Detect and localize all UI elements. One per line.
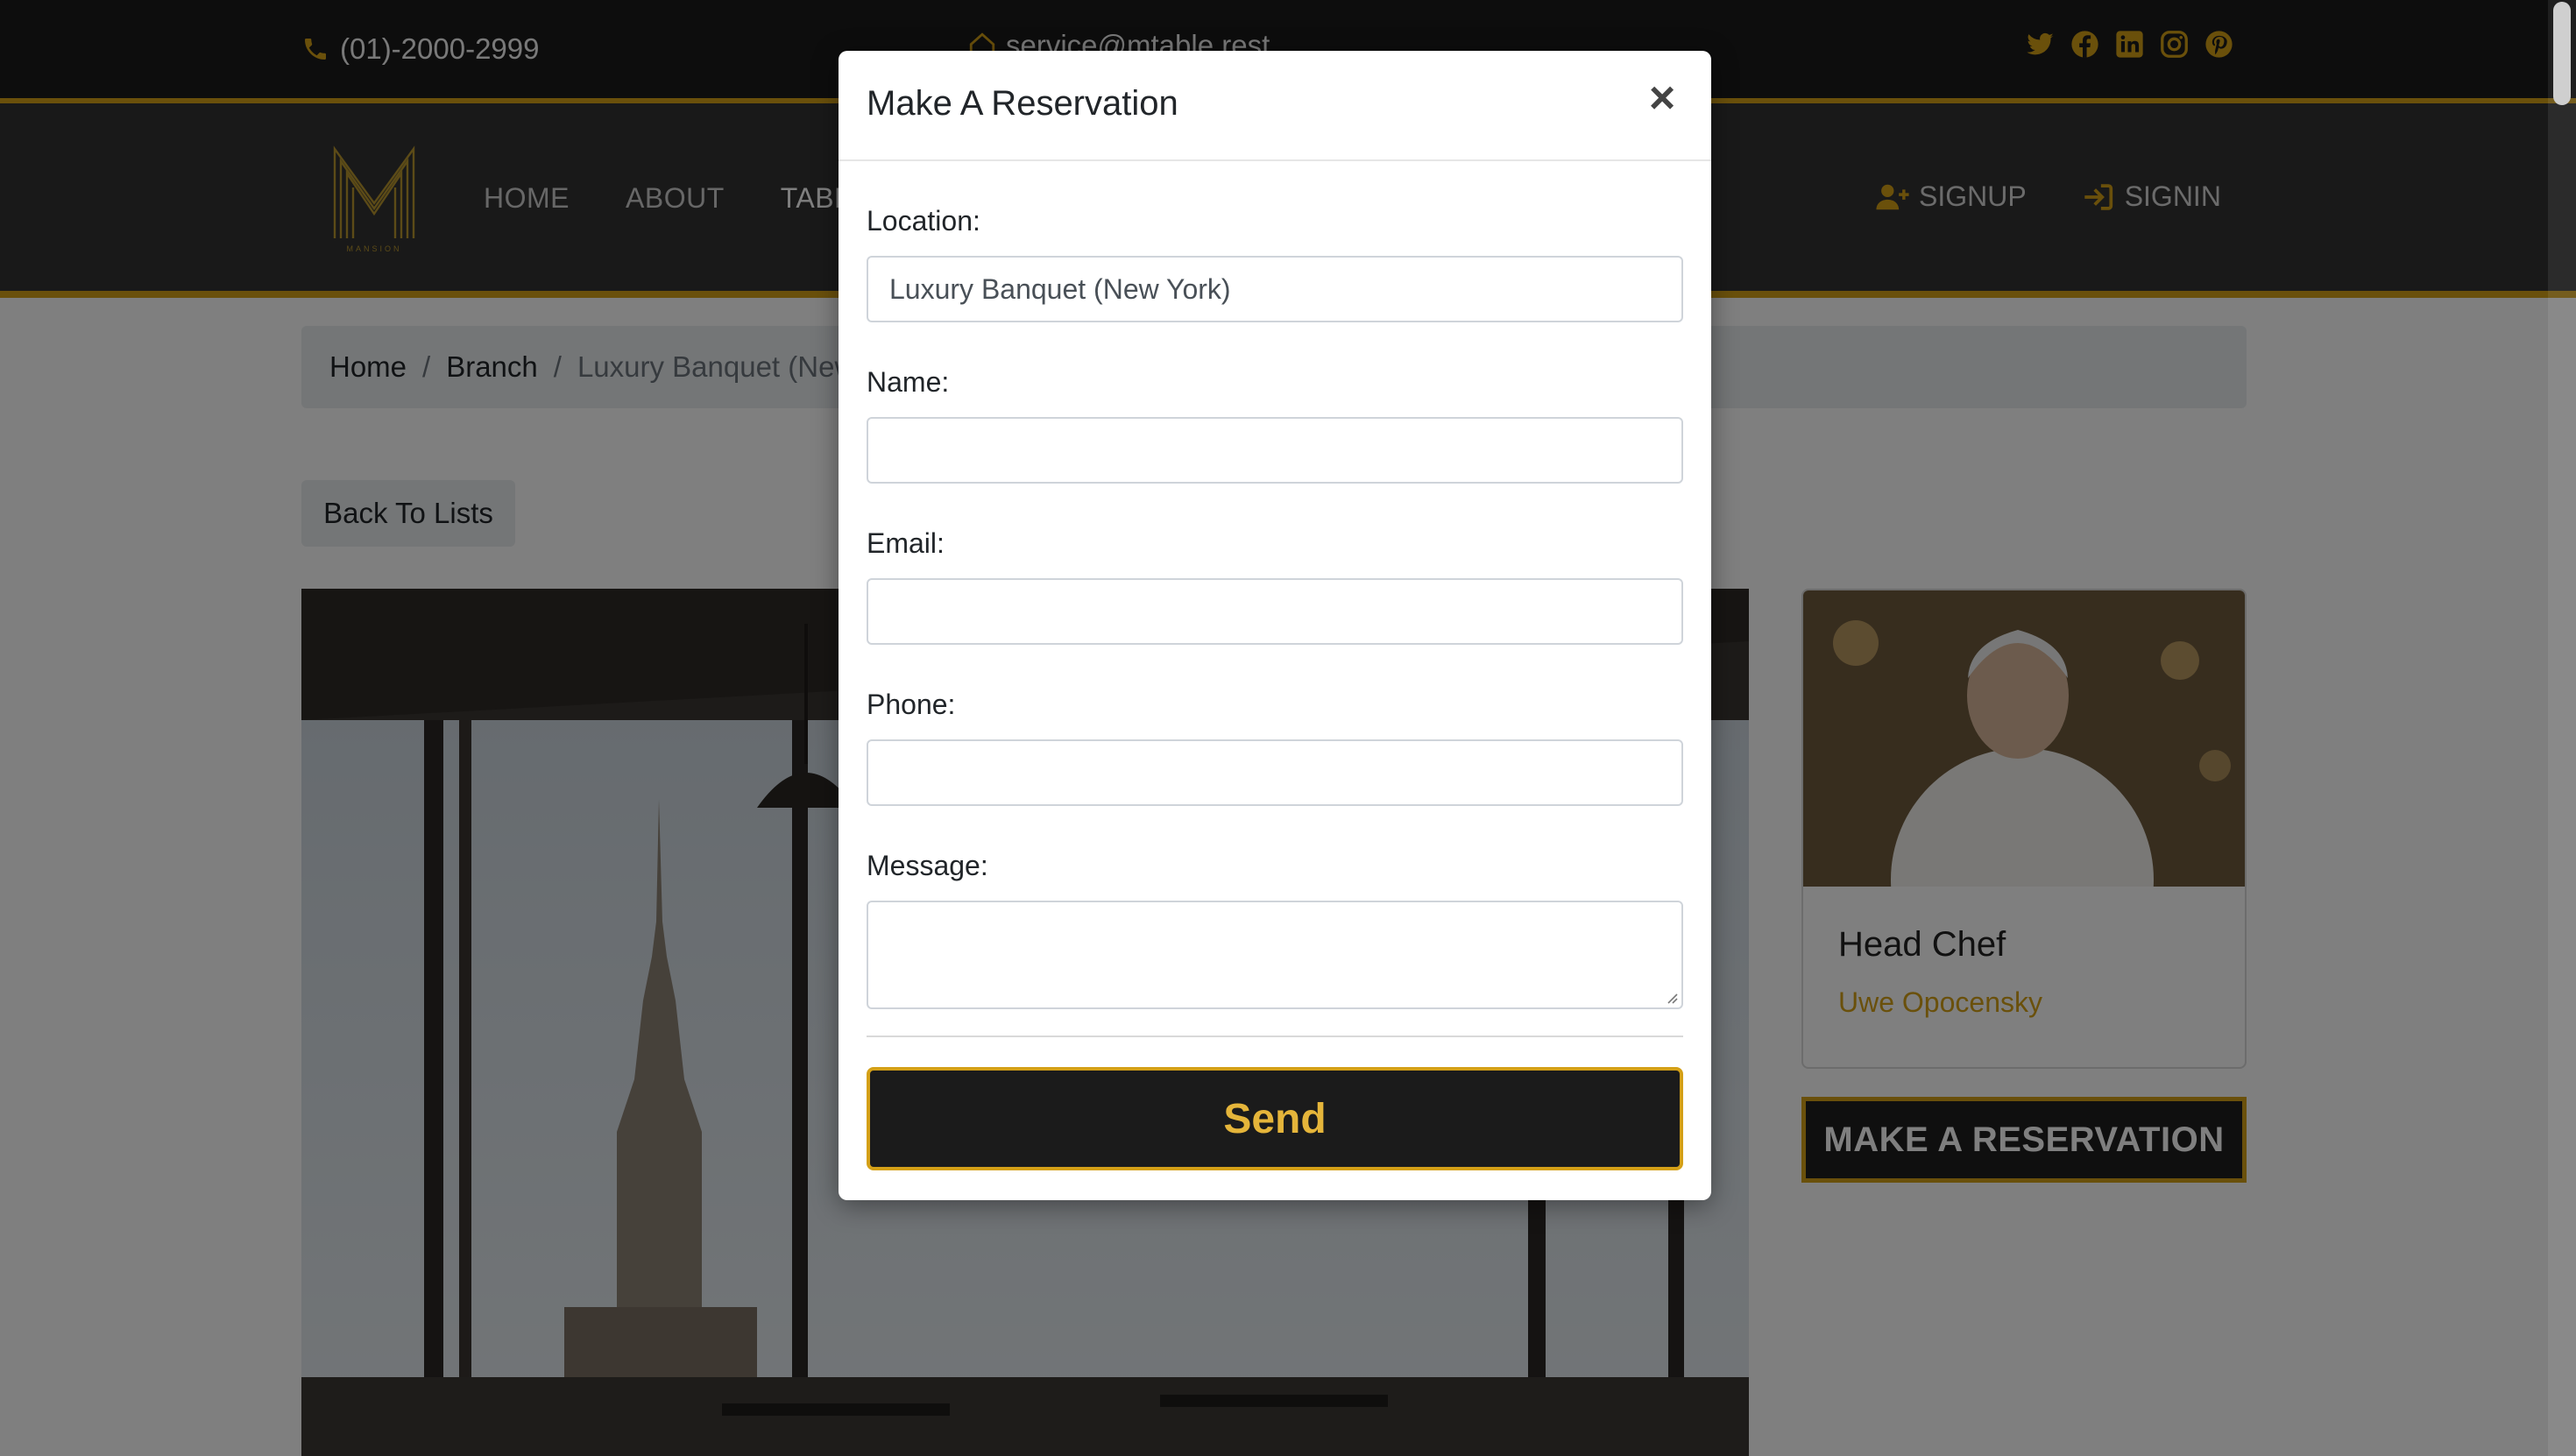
form-divider — [867, 1035, 1683, 1037]
location-label: Location: — [867, 205, 980, 237]
reservation-modal: Make A Reservation × Location: Luxury Ba… — [839, 51, 1711, 1200]
location-field[interactable]: Luxury Banquet (New York) — [867, 256, 1683, 322]
email-label: Email: — [867, 527, 945, 559]
scrollbar-thumb[interactable] — [2553, 2, 2571, 105]
resize-grip-icon[interactable] — [1664, 990, 1678, 1004]
modal-header: Make A Reservation × — [839, 51, 1711, 161]
name-field[interactable] — [867, 417, 1683, 484]
message-field[interactable] — [867, 901, 1683, 1009]
close-icon[interactable]: × — [1638, 73, 1687, 124]
modal-title: Make A Reservation — [867, 84, 1178, 123]
phone-field[interactable] — [867, 739, 1683, 806]
message-label: Message: — [867, 850, 988, 881]
phone-label: Phone: — [867, 689, 956, 720]
email-field[interactable] — [867, 578, 1683, 645]
page-scrollbar[interactable] — [2548, 0, 2576, 1456]
name-label: Name: — [867, 366, 950, 398]
send-button[interactable]: Send — [867, 1067, 1683, 1170]
